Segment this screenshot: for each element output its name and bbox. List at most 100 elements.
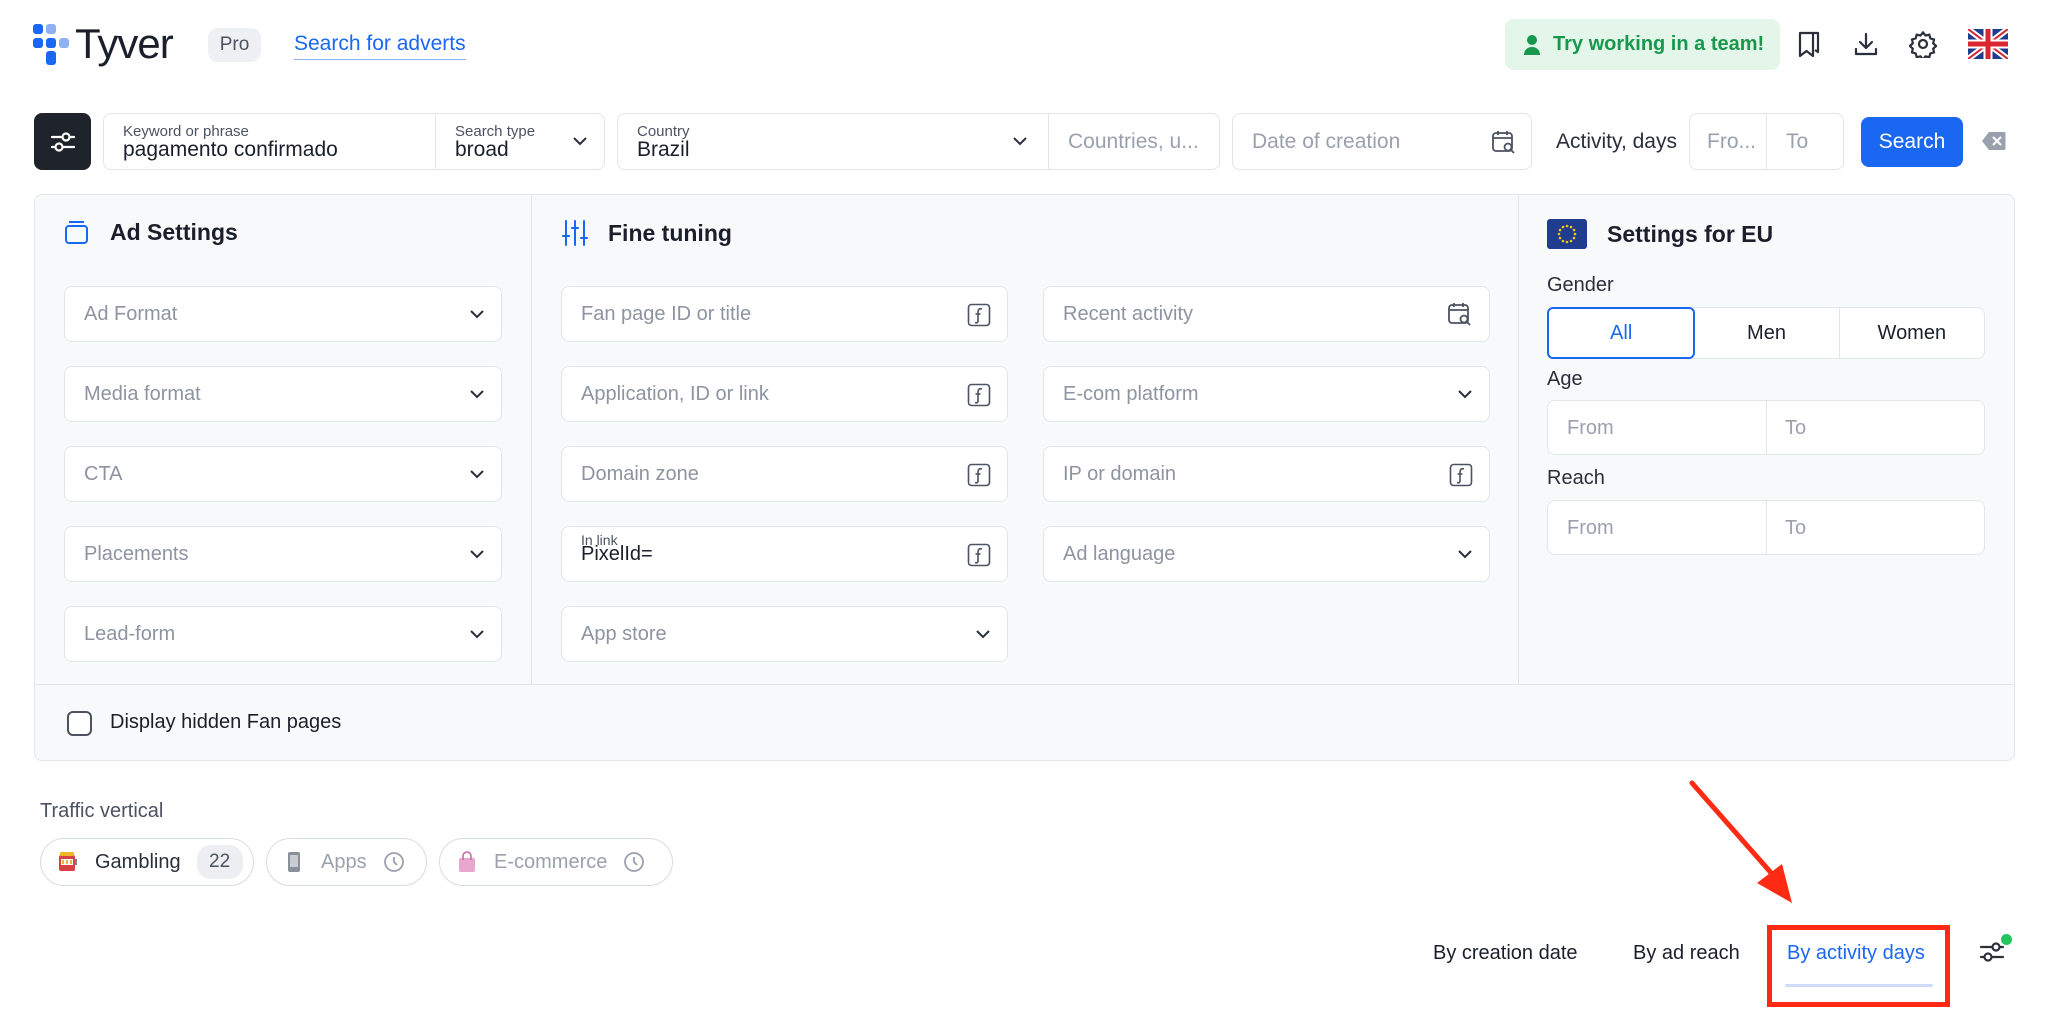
- gender-option-women[interactable]: Women: [1840, 308, 1984, 358]
- calendar-search-icon: [1448, 303, 1471, 326]
- sort-settings-icon[interactable]: [1979, 939, 2005, 970]
- ad-language-placeholder: Ad language: [1063, 543, 1176, 565]
- lead-form-placeholder: Lead-form: [84, 623, 176, 645]
- chevron-down-icon: [1013, 137, 1027, 146]
- notification-dot: [2001, 934, 2012, 945]
- in-link-input[interactable]: In link PixelId=: [561, 526, 1008, 582]
- recent-activity-placeholder: Recent activity: [1063, 303, 1194, 325]
- hidden-fan-pages-label: Display hidden Fan pages: [110, 711, 342, 733]
- ip-domain-input[interactable]: IP or domain: [1043, 446, 1490, 502]
- shopping-bag-icon: [456, 851, 478, 873]
- ad-settings-title-text: Ad Settings: [110, 219, 238, 245]
- search-type-select[interactable]: Search type broad: [436, 114, 604, 169]
- annotation-highlight-box: [1767, 925, 1950, 1007]
- fine-tuning-title: Fine tuning: [562, 219, 732, 247]
- gender-option-men[interactable]: Men: [1694, 308, 1840, 358]
- uk-flag-icon[interactable]: [1967, 25, 2009, 63]
- app-store-select[interactable]: App store: [561, 606, 1008, 662]
- placements-select[interactable]: Placements: [64, 526, 502, 582]
- eu-flag-icon: [1547, 219, 1587, 249]
- chevron-down-icon: [1458, 550, 1472, 559]
- reach-range: From To: [1547, 500, 1985, 555]
- placements-placeholder: Placements: [84, 543, 189, 565]
- fan-page-input[interactable]: Fan page ID or title: [561, 286, 1008, 342]
- chip-apps[interactable]: Apps: [266, 838, 427, 886]
- chevron-down-icon: [470, 390, 484, 399]
- country-select[interactable]: Country Brazil: [618, 114, 1048, 169]
- search-type-value: broad: [455, 138, 509, 161]
- cta-select[interactable]: CTA: [64, 446, 502, 502]
- calendar-search-icon: [1492, 131, 1515, 154]
- chip-ecommerce[interactable]: E-commerce: [439, 838, 673, 886]
- country-group: Country Brazil Countries, u...: [617, 113, 1220, 170]
- clear-icon[interactable]: [1982, 131, 2006, 156]
- age-from-input[interactable]: From: [1567, 417, 1614, 440]
- application-input[interactable]: Application, ID or link: [561, 366, 1008, 422]
- domain-zone-input[interactable]: Domain zone: [561, 446, 1008, 502]
- age-label: Age: [1547, 368, 1583, 390]
- gender-label: Gender: [1547, 274, 1614, 296]
- keyword-field[interactable]: Keyword or phrase pagamento confirmado: [104, 114, 434, 169]
- clock-icon: [383, 851, 405, 873]
- phone-icon: [283, 851, 305, 873]
- sort-tab-ad-reach[interactable]: By ad reach: [1633, 942, 1740, 965]
- activity-from-input[interactable]: Fro...: [1690, 114, 1766, 169]
- sort-tab-creation-date[interactable]: By creation date: [1433, 942, 1578, 965]
- eu-settings-title: Settings for EU: [1547, 219, 1773, 249]
- chip-ecommerce-label: E-commerce: [494, 850, 608, 873]
- chip-gambling[interactable]: Gambling 22: [40, 838, 254, 886]
- clock-icon: [623, 851, 645, 873]
- ad-language-select[interactable]: Ad language: [1043, 526, 1490, 582]
- age-to-input[interactable]: To: [1785, 417, 1806, 440]
- filters-toggle-button[interactable]: [34, 113, 91, 170]
- fine-tuning-icon: [562, 219, 588, 247]
- slot-machine-icon: [57, 851, 79, 873]
- gear-icon[interactable]: [1904, 25, 1942, 63]
- chip-gambling-label: Gambling: [95, 850, 181, 873]
- date-of-creation-input[interactable]: Date of creation: [1232, 113, 1532, 170]
- function-icon: [967, 303, 991, 327]
- function-icon: [967, 543, 991, 567]
- media-format-select[interactable]: Media format: [64, 366, 502, 422]
- chevron-down-icon: [573, 137, 587, 146]
- search-button[interactable]: Search: [1861, 117, 1963, 167]
- chip-apps-label: Apps: [321, 850, 367, 873]
- ad-format-select[interactable]: Ad Format: [64, 286, 502, 342]
- logo[interactable]: Tyver: [33, 20, 174, 68]
- header: Tyver Pro Search for adverts Try working…: [0, 0, 2048, 90]
- activity-to-placeholder: To: [1786, 130, 1809, 153]
- eu-settings-title-text: Settings for EU: [1607, 220, 1774, 247]
- ecom-platform-select[interactable]: E-com platform: [1043, 366, 1490, 422]
- lead-form-select[interactable]: Lead-form: [64, 606, 502, 662]
- date-placeholder: Date of creation: [1252, 130, 1401, 153]
- function-icon: [967, 383, 991, 407]
- search-adverts-link[interactable]: Search for adverts: [294, 32, 466, 60]
- reach-to-input[interactable]: To: [1785, 517, 1806, 540]
- country-value: Brazil: [637, 138, 690, 161]
- bookmark-icon[interactable]: [1790, 25, 1828, 63]
- chevron-down-icon: [470, 470, 484, 479]
- fan-page-placeholder: Fan page ID or title: [581, 303, 752, 325]
- annotation-arrow: [1689, 780, 1792, 903]
- ad-format-placeholder: Ad Format: [84, 303, 178, 325]
- try-team-button[interactable]: Try working in a team!: [1505, 19, 1780, 70]
- plan-badge: Pro: [208, 28, 261, 62]
- recent-activity-input[interactable]: Recent activity: [1043, 286, 1490, 342]
- in-link-value: PixelId=: [581, 543, 653, 565]
- download-icon[interactable]: [1847, 25, 1885, 63]
- ip-domain-placeholder: IP or domain: [1063, 463, 1177, 485]
- chevron-down-icon: [470, 550, 484, 559]
- chevron-down-icon: [470, 630, 484, 639]
- application-placeholder: Application, ID or link: [581, 383, 769, 405]
- activity-to-input[interactable]: To: [1767, 114, 1843, 169]
- age-range: From To: [1547, 400, 1985, 455]
- reach-label: Reach: [1547, 467, 1605, 489]
- hidden-fan-pages-checkbox[interactable]: [67, 711, 92, 736]
- fine-tuning-title-text: Fine tuning: [608, 219, 732, 246]
- countries-exclude-input[interactable]: Countries, u...: [1049, 114, 1219, 169]
- gender-segmented-control: All Men Women: [1547, 307, 1985, 359]
- try-team-label: Try working in a team!: [1553, 33, 1765, 55]
- gender-option-all[interactable]: All: [1547, 307, 1696, 359]
- activity-range: Fro... To: [1689, 113, 1844, 170]
- reach-from-input[interactable]: From: [1567, 517, 1614, 540]
